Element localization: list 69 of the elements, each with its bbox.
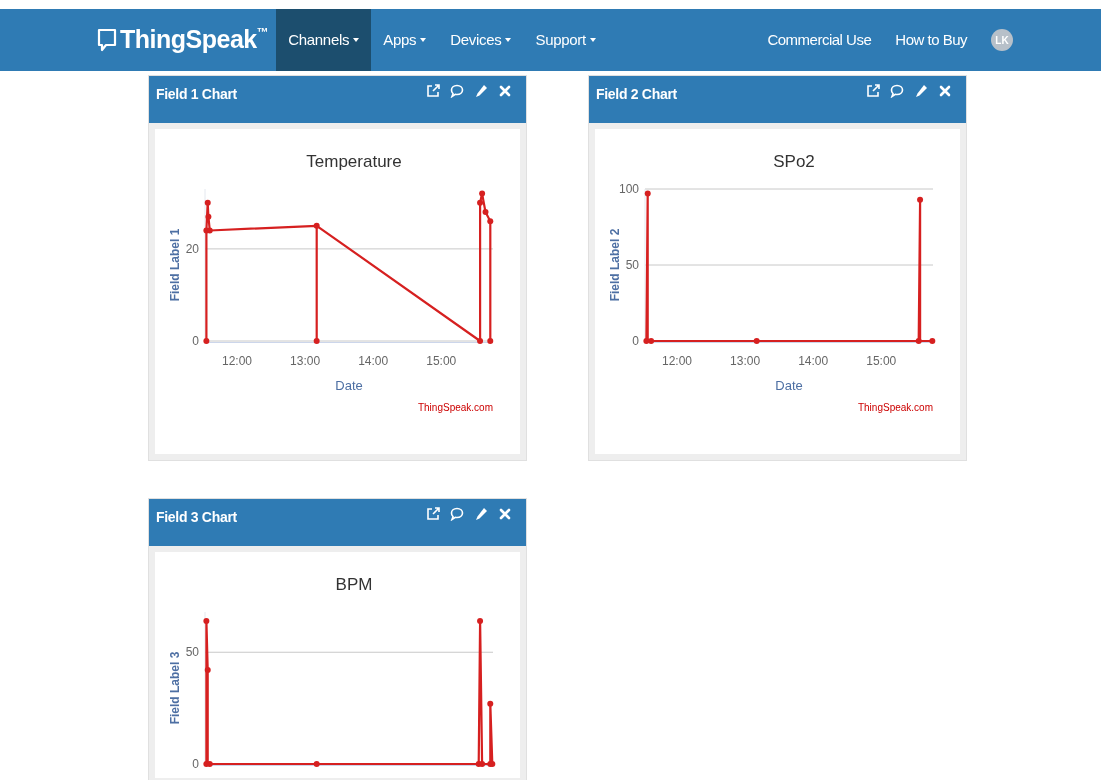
- credit-link[interactable]: ThingSpeak.com: [857, 402, 933, 413]
- close-icon[interactable]: [498, 84, 512, 98]
- logo-icon: [97, 28, 117, 52]
- card-title: Field 2 Chart: [596, 85, 677, 104]
- nav-link[interactable]: How to Buy: [895, 28, 967, 52]
- data-point: [313, 338, 320, 344]
- data-point: [479, 190, 486, 197]
- x-axis-label: Date: [335, 378, 363, 393]
- y-tick-label: 0: [192, 334, 199, 348]
- credit-link[interactable]: ThingSpeak.com: [417, 402, 493, 413]
- x-tick-label: 12:00: [662, 354, 692, 368]
- y-tick-label: 0: [192, 757, 199, 771]
- nav-menu[interactable]: Channels: [276, 9, 372, 71]
- data-point: [487, 700, 494, 707]
- external-link-icon[interactable]: [426, 507, 440, 521]
- data-point: [753, 338, 760, 344]
- nav-menu[interactable]: Apps: [371, 9, 439, 71]
- data-point: [477, 338, 484, 344]
- data-point: [313, 222, 320, 229]
- pencil-icon[interactable]: [914, 84, 928, 98]
- data-point: [204, 667, 211, 674]
- external-link-icon[interactable]: [426, 84, 440, 98]
- y-axis-label: Field Label 3: [168, 651, 182, 725]
- data-point: [917, 196, 924, 203]
- nav-menu[interactable]: Devices: [438, 9, 524, 71]
- pencil-icon[interactable]: [474, 507, 488, 521]
- y-axis-label: Field Label 1: [168, 228, 182, 302]
- data-point: [929, 338, 936, 344]
- external-link-icon[interactable]: [866, 84, 880, 98]
- data-point: [644, 190, 651, 197]
- x-tick-label: 13:00: [730, 354, 761, 368]
- data-point: [204, 199, 211, 206]
- y-tick-label: 50: [185, 645, 199, 660]
- pencil-icon[interactable]: [474, 84, 488, 98]
- x-axis-label: Date: [775, 378, 803, 393]
- data-point: [205, 213, 212, 220]
- data-point: [915, 338, 922, 344]
- comment-icon[interactable]: [450, 507, 464, 521]
- x-tick-label: 15:00: [426, 354, 457, 368]
- data-point: [203, 338, 210, 344]
- data-point: [477, 199, 484, 206]
- brand-logo[interactable]: ThingSpeak$^{™}$: [120, 21, 269, 59]
- data-point: [482, 209, 489, 216]
- card-title: Field 3 Chart: [156, 508, 237, 527]
- y-tick-label: 0: [632, 334, 639, 348]
- y-tick-label: 100: [618, 182, 639, 196]
- close-icon[interactable]: [938, 84, 952, 98]
- x-tick-label: 14:00: [798, 354, 829, 368]
- data-point: [487, 218, 494, 225]
- x-tick-label: 15:00: [866, 354, 897, 368]
- y-tick-label: 50: [625, 258, 639, 272]
- card-title: Field 1 Chart: [156, 85, 237, 104]
- nav-menu[interactable]: Support: [523, 9, 608, 71]
- x-tick-label: 14:00: [358, 354, 389, 368]
- y-tick-label: 20: [185, 241, 199, 256]
- chart-title: Temperature: [306, 152, 402, 171]
- data-point: [203, 617, 210, 624]
- data-point: [477, 617, 484, 624]
- chart-title: BPM: [335, 575, 373, 594]
- comment-icon[interactable]: [890, 84, 904, 98]
- nav-link[interactable]: Commercial Use: [767, 28, 872, 52]
- close-icon[interactable]: [498, 507, 512, 521]
- x-tick-label: 13:00: [290, 354, 321, 368]
- chart-title: SPo2: [773, 152, 815, 171]
- data-point: [487, 338, 494, 344]
- data-point: [313, 761, 320, 767]
- y-axis-label: Field Label 2: [608, 228, 622, 302]
- comment-icon[interactable]: [450, 84, 464, 98]
- x-tick-label: 12:00: [222, 354, 252, 368]
